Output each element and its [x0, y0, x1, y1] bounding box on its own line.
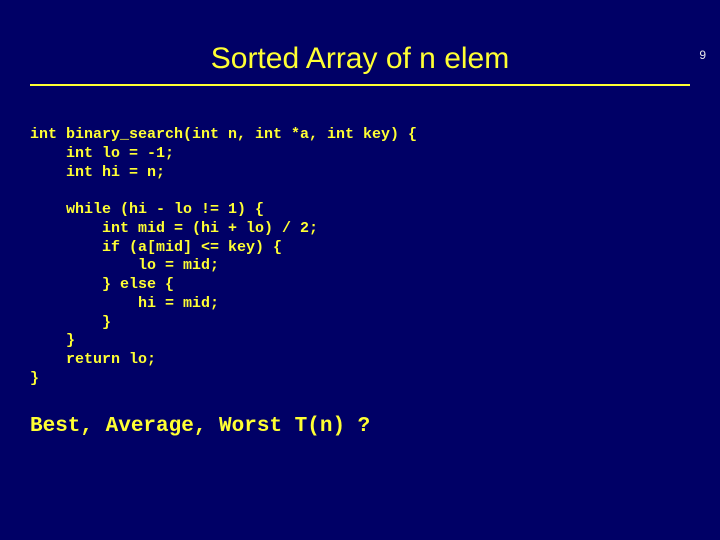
slide-title: Sorted Array of n elem [0, 42, 720, 76]
footer-question: Best, Average, Worst T(n) ? [30, 415, 720, 438]
code-block: int binary_search(int n, int *a, int key… [30, 126, 720, 389]
page-number: 9 [699, 48, 706, 62]
title-underline [30, 84, 690, 86]
